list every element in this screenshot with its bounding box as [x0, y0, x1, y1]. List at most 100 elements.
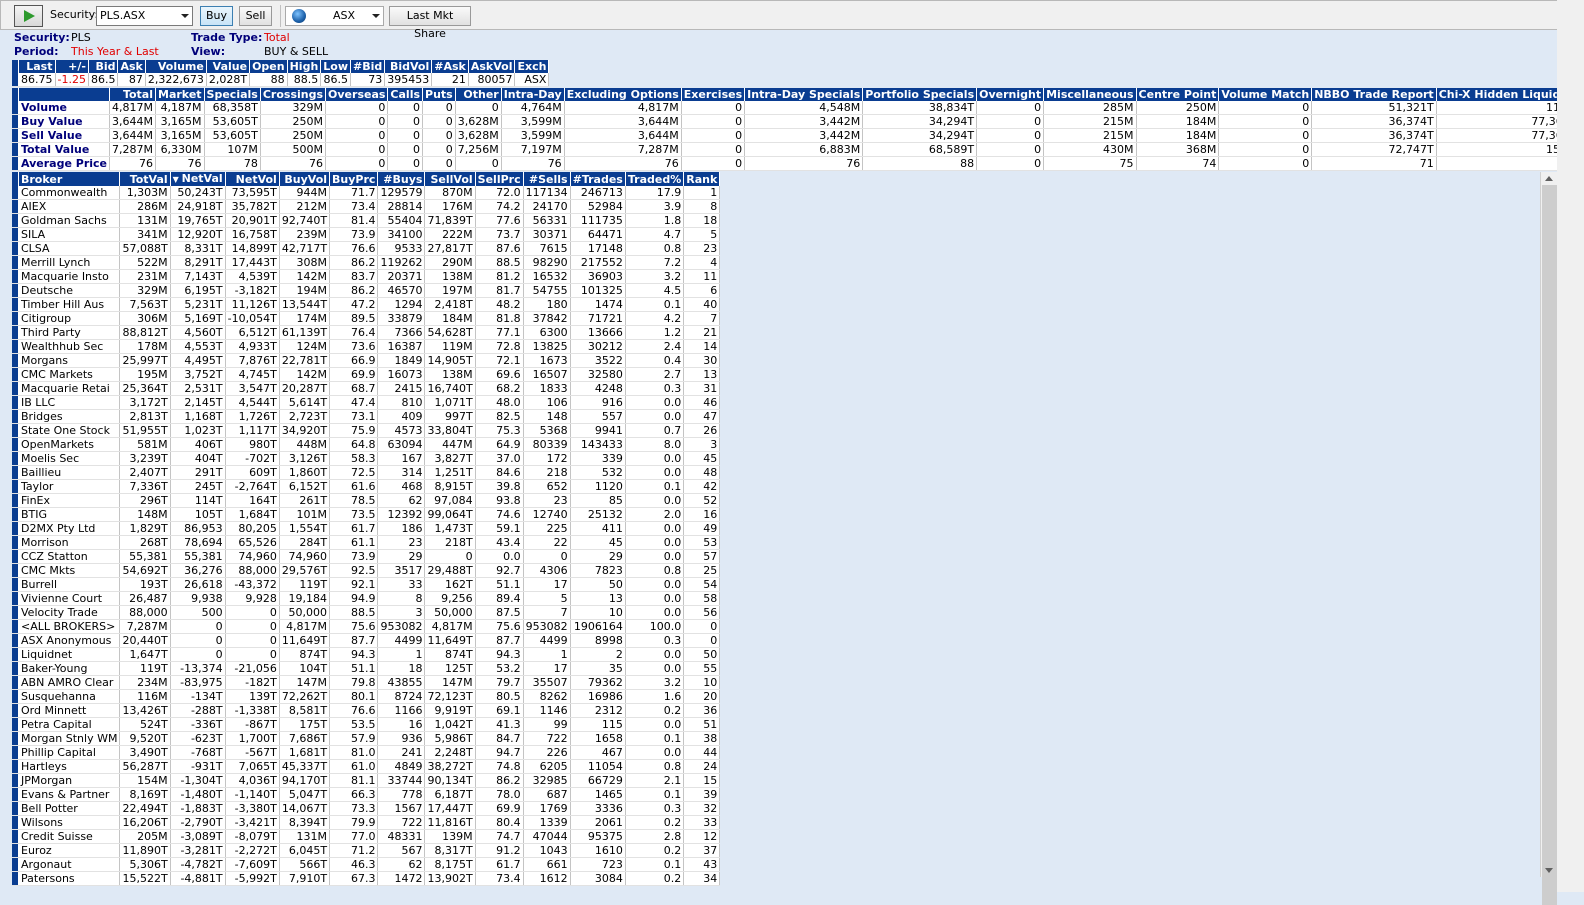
broker-row[interactable]: D2MX Pty Ltd 1,829T 86,953 80,205 1,554T 61.7…	[12, 521, 721, 536]
summary-col-header[interactable]: Volume Match	[1218, 88, 1313, 101]
summary-col-header[interactable]: Calls	[387, 88, 424, 101]
quote-col-header[interactable]: #Ask	[431, 60, 469, 73]
broker-row[interactable]: BTIG 148M 105T 1,684T 101M 73.5 12392 99,064T 74…	[12, 507, 721, 522]
broker-col-header[interactable]: SellPrc	[475, 172, 524, 186]
broker-col-header[interactable]: ▼ NetVal	[170, 172, 226, 186]
sell-button[interactable]: Sell	[239, 6, 272, 26]
quote-col-header[interactable]: BidVol	[384, 60, 433, 73]
broker-row[interactable]: Moelis Sec 3,239T 404T -702T 3,126T 58.3 167 3,…	[12, 451, 721, 466]
summary-col-header[interactable]: NBBO Trade Report	[1311, 88, 1437, 101]
broker-row[interactable]: Susquehanna 116M -134T 139T 72,262T 80.1 8724 7…	[12, 689, 721, 704]
security-combo[interactable]: PLS.ASX	[96, 6, 193, 26]
broker-row[interactable]: Wilsons 16,206T -2,790T -3,421T 8,394T 79.9 72…	[12, 815, 721, 830]
summary-col-header[interactable]: Overseas	[325, 88, 389, 101]
broker-vertical-scrollbar[interactable]	[1540, 172, 1558, 905]
broker-row[interactable]: ABN AMRO Clear 234M -83,975 -182T 147M 79.8 43…	[12, 675, 721, 690]
window-scrollbar[interactable]	[1557, 0, 1584, 892]
summary-col-header[interactable]	[18, 88, 111, 101]
broker-row[interactable]: Vivienne Court 26,487 9,938 9,928 19,184 94.9…	[12, 591, 721, 606]
broker-row[interactable]: IB LLC 3,172T 2,145T 4,544T 5,614T 47.4 810 1,0…	[12, 395, 721, 410]
summary-col-header[interactable]: Specials	[204, 88, 261, 101]
scroll-up-icon[interactable]	[1545, 176, 1553, 181]
quote-col-header[interactable]: Bid	[88, 60, 119, 73]
broker-row[interactable]: SILA 341M 12,920T 16,758T 239M 73.9 34100 222M 7…	[12, 227, 721, 242]
quote-col-header[interactable]: Open	[249, 60, 288, 73]
broker-col-header[interactable]: Traded%	[625, 172, 685, 186]
broker-row[interactable]: Liquidnet 1,647T 0 0 874T 94.3 1 874T 94.3 1 2 0.0 5…	[12, 647, 721, 662]
broker-row[interactable]: Macquarie Insto 231M 7,143T 4,539T 142M 83.7 2…	[12, 269, 721, 284]
exchange-combo[interactable]: ASX	[285, 6, 384, 26]
summary-row[interactable]: Sell Value 3,644M 3,165M 53,605T 250M 0 0 0 3,62…	[12, 128, 1580, 143]
buy-button[interactable]: Buy	[200, 6, 233, 26]
summary-row[interactable]: Volume 4,817M 4,187M 68,358T 329M 0 0 0 0 4,764M 4…	[12, 101, 1580, 115]
quote-col-header[interactable]: Volume	[145, 60, 207, 73]
broker-row[interactable]: Bridges 2,813T 1,168T 1,726T 2,723T 73.1 409 99…	[12, 409, 721, 424]
summary-col-header[interactable]: Overnight	[976, 88, 1045, 101]
broker-row[interactable]: JPMorgan 154M -1,304T 4,036T 94,170T 81.1 3374…	[12, 773, 721, 788]
broker-row[interactable]: Velocity Trade 88,000 500 0 50,000 88.5 3 50,00…	[12, 605, 721, 620]
broker-row[interactable]: Hartleys 56,287T -931T 7,065T 45,337T 61.0 484…	[12, 759, 721, 774]
quote-col-header[interactable]: Low	[320, 60, 352, 73]
broker-row[interactable]: CMC Markets 195M 3,752T 4,745T 142M 69.9 16073…	[12, 367, 721, 382]
broker-col-header[interactable]: Broker	[18, 172, 121, 186]
broker-row[interactable]: ASX Anonymous 20,440T 0 0 11,649T 87.7 4499 11,…	[12, 633, 721, 648]
summary-row[interactable]: Total Value 7,287M 6,330M 107M 500M 0 0 0 7,256M…	[12, 142, 1580, 157]
quote-col-header[interactable]: #Bid	[350, 60, 386, 73]
broker-row[interactable]: Deutsche 329M 6,195T -3,182T 194M 86.2 46570 19…	[12, 283, 721, 298]
broker-row[interactable]: <ALL BROKERS> 7,287M 0 0 4,817M 75.6 953082 4,8…	[12, 619, 721, 634]
quote-col-header[interactable]: Last	[18, 60, 56, 73]
broker-row[interactable]: Petra Capital 524T -336T -867T 175T 53.5 16 1,0…	[12, 717, 721, 732]
quote-col-header[interactable]: Ask	[117, 60, 146, 73]
broker-row[interactable]: Morrison 268T 78,694 65,526 284T 61.1 23 218T 43…	[12, 535, 721, 550]
broker-row[interactable]: Euroz 11,890T -3,281T -2,272T 6,045T 71.2 567 8…	[12, 843, 721, 858]
broker-row[interactable]: OpenMarkets 581M 406T 980T 448M 64.8 63094 447M…	[12, 437, 721, 452]
broker-col-header[interactable]: #Sells	[523, 172, 571, 186]
summary-col-header[interactable]: Excluding Options	[564, 88, 682, 101]
play-button[interactable]	[14, 5, 43, 27]
broker-col-header[interactable]: TotVal	[119, 172, 171, 186]
broker-row[interactable]: Wealthhub Sec 178M 4,553T 4,933T 124M 73.6 163…	[12, 339, 721, 354]
broker-row[interactable]: Merrill Lynch 522M 8,291T 17,443T 308M 86.2 11…	[12, 255, 721, 270]
broker-row[interactable]: Phillip Capital 3,490T -768T -567T 1,681T 81.…	[12, 745, 721, 760]
quote-col-header[interactable]: High	[287, 60, 322, 73]
broker-row[interactable]: FinEx 296T 114T 164T 261T 78.5 62 97,084 93.8 23 8…	[12, 493, 721, 508]
broker-row[interactable]: Burrell 193T 26,618 -43,372 119T 92.1 33 162T 51…	[12, 577, 721, 592]
broker-row[interactable]: Argonaut 5,306T -4,782T -7,609T 566T 46.3 62 8,…	[12, 857, 721, 872]
broker-row[interactable]: Morgan Stnly WM 9,520T -623T 1,700T 7,686T 57…	[12, 731, 721, 746]
summary-col-header[interactable]: Puts	[422, 88, 456, 101]
summary-col-header[interactable]: Market	[155, 88, 205, 101]
broker-row[interactable]: Ord Minnett 13,426T -288T -1,338T 8,581T 76.6…	[12, 703, 721, 718]
broker-row[interactable]: Goldman Sachs 131M 19,765T 20,901T 92,740T 81…	[12, 213, 721, 228]
broker-row[interactable]: Commonwealth 1,303M 50,243T 73,595T 944M 71.7…	[12, 186, 721, 200]
summary-col-header[interactable]: Centre Point	[1136, 88, 1220, 101]
broker-row[interactable]: Morgans 25,997T 4,495T 7,876T 22,781T 66.9 184…	[12, 353, 721, 368]
broker-col-header[interactable]: SellVol	[424, 172, 476, 186]
broker-row[interactable]: Credit Suisse 205M -3,089T -8,079T 131M 77.0 4…	[12, 829, 721, 844]
broker-row[interactable]: AIEX 286M 24,918T 35,782T 212M 73.4 28814 176M 7…	[12, 199, 721, 214]
summary-row[interactable]: Buy Value 3,644M 3,165M 53,605T 250M 0 0 0 3,628…	[12, 114, 1580, 129]
broker-row[interactable]: CMC Mkts 54,692T 36,276 88,000 29,576T 92.5 35…	[12, 563, 721, 578]
broker-col-header[interactable]: #Buys	[377, 172, 426, 186]
summary-col-header[interactable]: Exercises	[681, 88, 746, 101]
summary-col-header[interactable]: Other	[455, 88, 502, 101]
broker-row[interactable]: Evans & Partner 8,169T -1,480T -1,140T 5,047…	[12, 787, 721, 802]
broker-row[interactable]: Taylor 7,336T 245T -2,764T 6,152T 61.6 468 8,91…	[12, 479, 721, 494]
broker-col-header[interactable]: NetVol	[225, 172, 280, 186]
broker-row[interactable]: Baillieu 2,407T 291T 609T 1,860T 72.5 314 1,251…	[12, 465, 721, 480]
summary-col-header[interactable]: Miscellaneous	[1043, 88, 1137, 101]
broker-row[interactable]: State One Stock 51,955T 1,023T 1,117T 34,920…	[12, 423, 721, 438]
broker-row[interactable]: Bell Potter 22,494T -1,883T -3,380T 14,067T 7…	[12, 801, 721, 816]
scrollbar-thumb[interactable]	[1542, 185, 1557, 905]
broker-row[interactable]: Patersons 15,522T -4,881T -5,992T 7,910T 67.3…	[12, 871, 721, 886]
broker-row[interactable]: Macquarie Retai 25,364T 2,531T 3,547T 20,287…	[12, 381, 721, 396]
broker-row[interactable]: CCZ Statton 55,381 55,381 74,960 74,960 73.9 2…	[12, 549, 721, 564]
broker-col-header[interactable]: BuyPrc	[329, 172, 379, 186]
quote-col-header[interactable]: +/-	[55, 60, 89, 73]
broker-col-header[interactable]: BuyVol	[279, 172, 331, 186]
summary-col-header[interactable]: Total	[109, 88, 156, 101]
broker-col-header[interactable]: Rank	[683, 172, 721, 186]
broker-row[interactable]: CLSA 57,088T 8,331T 14,899T 42,717T 76.6 9533 2…	[12, 241, 721, 256]
quote-col-header[interactable]: Exch	[514, 60, 550, 73]
last-mkt-share-button[interactable]: Last Mkt Share	[389, 6, 471, 40]
broker-row[interactable]: Citigroup 306M 5,169T -10,054T 174M 89.5 33879…	[12, 311, 721, 326]
